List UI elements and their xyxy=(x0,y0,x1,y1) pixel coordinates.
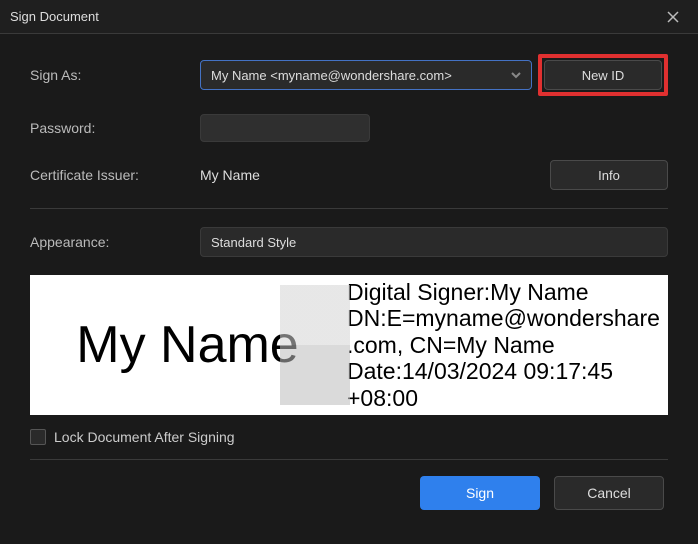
certificate-issuer-label: Certificate Issuer: xyxy=(30,167,200,183)
preview-name-display: My Name xyxy=(30,275,345,415)
appearance-value: Standard Style xyxy=(211,235,296,250)
watermark-icon xyxy=(280,285,350,405)
signature-preview: My Name Digital Signer:My Name DN:E=myna… xyxy=(30,275,668,415)
close-icon xyxy=(667,11,679,23)
lock-document-label: Lock Document After Signing xyxy=(54,429,235,445)
preview-date-line: Date:14/03/2024 09:17:45 +08:00 xyxy=(347,358,613,410)
sign-as-label: Sign As: xyxy=(30,67,200,83)
certificate-issuer-value: My Name xyxy=(200,167,260,183)
preview-display-name: My Name xyxy=(76,315,298,375)
sign-as-value: My Name <myname@wondershare.com> xyxy=(211,68,511,83)
lock-document-checkbox[interactable] xyxy=(30,429,46,445)
password-label: Password: xyxy=(30,120,200,136)
preview-signer-line: Digital Signer:My Name xyxy=(347,279,589,305)
titlebar: Sign Document xyxy=(0,0,698,34)
chevron-down-icon xyxy=(511,68,521,83)
appearance-select[interactable]: Standard Style xyxy=(200,227,668,257)
preview-details: Digital Signer:My Name DN:E=myname@wonde… xyxy=(345,275,668,415)
password-input[interactable] xyxy=(200,114,370,142)
tutorial-highlight: New ID xyxy=(538,54,668,96)
preview-dn-line: DN:E=myname@wondershare.com, CN=My Name xyxy=(347,305,660,357)
new-id-button[interactable]: New ID xyxy=(544,60,662,90)
dialog-footer: Sign Cancel xyxy=(30,476,668,510)
cancel-button[interactable]: Cancel xyxy=(554,476,664,510)
sign-button[interactable]: Sign xyxy=(420,476,540,510)
info-button[interactable]: Info xyxy=(550,160,668,190)
close-button[interactable] xyxy=(658,2,688,32)
divider xyxy=(30,208,668,209)
window-title: Sign Document xyxy=(10,9,99,24)
sign-as-select[interactable]: My Name <myname@wondershare.com> xyxy=(200,60,532,90)
divider xyxy=(30,459,668,460)
appearance-label: Appearance: xyxy=(30,234,200,250)
